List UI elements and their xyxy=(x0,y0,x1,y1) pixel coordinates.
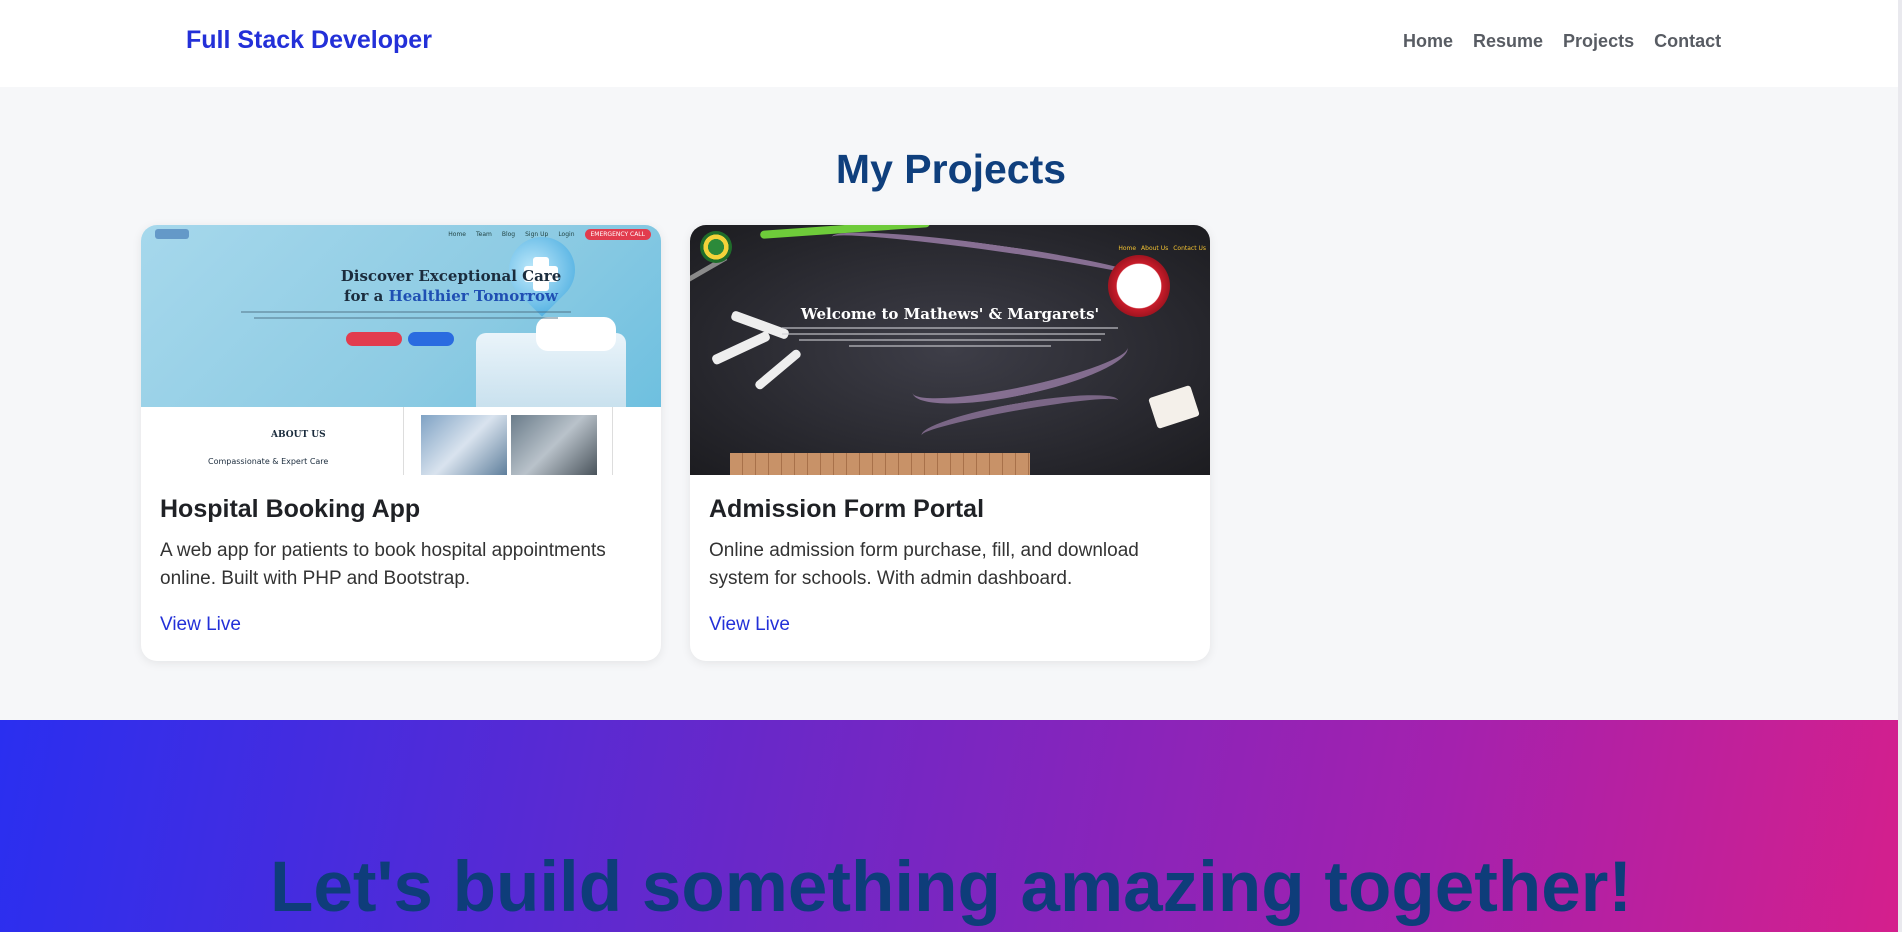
thumbnail-headline-2-highlight: Healthier Tomorrow xyxy=(388,287,558,305)
doctors-photo xyxy=(421,415,507,475)
project-thumbnail-admission: Home About Us Contact Us Welcome to Math… xyxy=(690,225,1210,475)
project-card-admission: Home About Us Contact Us Welcome to Math… xyxy=(690,225,1210,661)
project-card-hospital: Home Team Blog Sign Up Login EMERGENCY C… xyxy=(141,225,661,661)
thumbnail-nav-item: About Us xyxy=(1141,245,1169,252)
card-body: Admission Form Portal Online admission f… xyxy=(690,475,1210,636)
thumbnail-nav: Home About Us Contact Us xyxy=(1118,245,1206,252)
project-thumbnail-hospital: Home Team Blog Sign Up Login EMERGENCY C… xyxy=(141,225,661,475)
cta-headline: Let's build something amazing together! xyxy=(269,848,1632,927)
brand-logo-link[interactable]: Full Stack Developer xyxy=(186,26,432,55)
thumbnail-nav-item: Login xyxy=(558,231,575,238)
chalkboard-background: Home About Us Contact Us Welcome to Math… xyxy=(690,225,1210,475)
section-title: My Projects xyxy=(835,146,1067,192)
hospital-room-photo xyxy=(511,415,597,475)
thumbnail-care-text: Compassionate & Expert Care xyxy=(208,457,329,466)
chalk-stick xyxy=(710,330,772,366)
thumbnail-nav-item: Home xyxy=(1118,245,1137,252)
project-description: A web app for patients to book hospital … xyxy=(160,540,606,589)
nav-link-contact[interactable]: Contact xyxy=(1654,31,1721,52)
thumbnail-paragraph xyxy=(241,311,571,323)
eraser-illustration xyxy=(1148,384,1200,430)
project-title: Admission Form Portal xyxy=(709,495,985,523)
nav-links: Home Resume Projects Contact xyxy=(1403,31,1721,52)
card-body: Hospital Booking App A web app for patie… xyxy=(141,475,661,636)
thumbnail-headline: Discover Exceptional Care xyxy=(340,267,562,285)
thumbnail-about-heading: ABOUT US xyxy=(271,430,326,440)
project-title: Hospital Booking App xyxy=(160,495,421,523)
view-live-link[interactable]: View Live xyxy=(160,614,241,636)
thumbnail-about-section: ABOUT US Compassionate & Expert Care xyxy=(141,407,661,475)
thumbnail-nav-item: Contact Us xyxy=(1173,245,1206,252)
thumbnail-hero: Home Team Blog Sign Up Login EMERGENCY C… xyxy=(141,225,661,407)
school-crest-icon xyxy=(700,231,732,263)
nav-link-home[interactable]: Home xyxy=(1403,31,1453,52)
ruler-illustration xyxy=(730,453,1030,475)
thumbnail-logo xyxy=(155,229,189,239)
thumbnail-nav-item: Home xyxy=(448,231,466,238)
view-live-link[interactable]: View Live xyxy=(709,614,790,636)
scrollbar-track[interactable] xyxy=(1898,0,1902,932)
chalk-stick xyxy=(753,348,803,391)
thumbnail-paragraph xyxy=(782,327,1118,351)
nav-link-projects[interactable]: Projects xyxy=(1563,31,1634,52)
thumbnail-nav-item: Team xyxy=(475,231,492,238)
thumbnail-headline-2: for a Healthier Tomorrow xyxy=(241,287,661,305)
thumbnail-emergency-badge: EMERGENCY CALL xyxy=(584,229,651,240)
page: Full Stack Developer Home Resume Project… xyxy=(0,0,1902,932)
navbar: Full Stack Developer Home Resume Project… xyxy=(0,0,1902,87)
thumbnail-buttons xyxy=(346,332,454,346)
project-description: Online admission form purchase, fill, an… xyxy=(709,540,1139,589)
thumbnail-button xyxy=(408,332,454,346)
thumbnail-headline-2-prefix: for a xyxy=(344,287,389,305)
thumbnail-nav-item: Blog xyxy=(501,231,516,238)
thumbnail-button xyxy=(346,332,402,346)
nav-link-resume[interactable]: Resume xyxy=(1473,31,1543,52)
thumbnail-headline: Welcome to Mathews' & Margarets' xyxy=(800,305,1100,323)
